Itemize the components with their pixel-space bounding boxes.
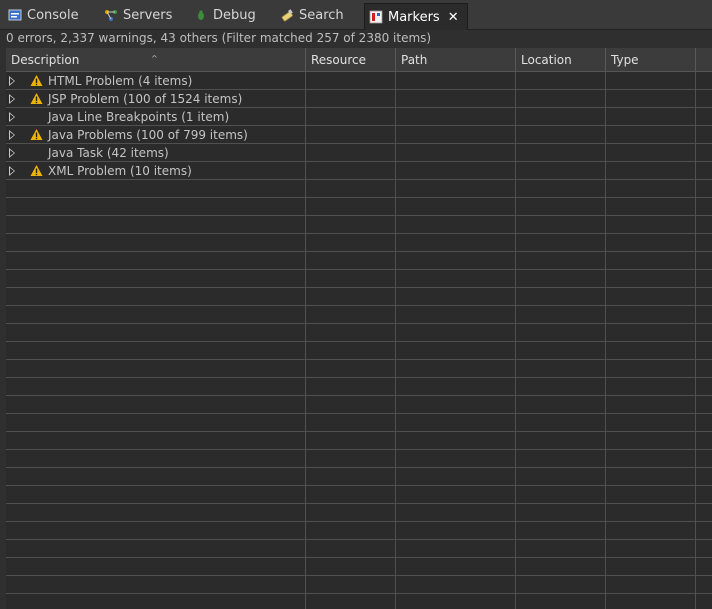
row-label: JSP Problem (100 of 1524 items) — [48, 92, 243, 106]
tab-debug[interactable]: Debug — [194, 3, 256, 27]
table-body: HTML Problem (4 items) JSP Problem (100 … — [6, 72, 712, 609]
tree-row-html[interactable]: HTML Problem (4 items) — [6, 72, 306, 90]
row-gridline — [6, 233, 712, 234]
row-label: Java Line Breakpoints (1 item) — [48, 110, 230, 124]
search-icon — [281, 9, 293, 22]
tree-row-java-task[interactable]: Java Task (42 items) — [6, 144, 306, 162]
row-label: Java Problems (100 of 799 items) — [48, 128, 248, 142]
expand-icon[interactable] — [9, 112, 15, 122]
row-gridline — [6, 377, 712, 378]
row-gridline — [6, 431, 712, 432]
tree-row-jsp[interactable]: JSP Problem (100 of 1524 items) — [6, 90, 306, 108]
expand-icon[interactable] — [9, 148, 15, 158]
row-gridline — [6, 215, 712, 216]
warning-icon — [30, 129, 43, 140]
expand-icon[interactable] — [9, 94, 15, 104]
row-gridline — [6, 323, 712, 324]
row-gridline — [6, 395, 712, 396]
status-summary: 0 errors, 2,337 warnings, 43 others (Fil… — [0, 30, 712, 47]
servers-icon — [105, 10, 117, 21]
column-description[interactable]: Description ^ — [6, 48, 306, 71]
row-label: Java Task (42 items) — [48, 146, 169, 160]
row-label: HTML Problem (4 items) — [48, 74, 193, 88]
tab-label: Servers — [123, 7, 173, 23]
row-gridline — [6, 287, 712, 288]
console-icon — [8, 9, 22, 21]
tab-label: Markers — [388, 9, 440, 25]
warning-icon — [30, 75, 43, 86]
tab-search[interactable]: Search — [280, 3, 344, 27]
row-gridline — [6, 359, 712, 360]
tree-row-xml[interactable]: XML Problem (10 items) — [6, 162, 306, 180]
column-location[interactable]: Location — [516, 48, 606, 71]
row-gridline — [6, 305, 712, 306]
row-gridline — [6, 539, 712, 540]
expand-icon[interactable] — [9, 166, 15, 176]
markers-icon — [369, 10, 383, 24]
expand-icon[interactable] — [9, 130, 15, 140]
tab-servers[interactable]: Servers — [104, 3, 172, 27]
row-gridline — [6, 341, 712, 342]
row-gridline — [6, 413, 712, 414]
column-divider — [605, 72, 606, 609]
column-divider — [395, 72, 396, 609]
tab-label: Debug — [213, 7, 256, 23]
column-path[interactable]: Path — [396, 48, 516, 71]
tree-row-breakpoints[interactable]: Java Line Breakpoints (1 item) — [6, 108, 306, 126]
row-gridline — [6, 449, 712, 450]
markers-view: Console Servers Debug Search Markers ✕ 0… — [0, 0, 712, 609]
row-gridline — [6, 269, 712, 270]
row-gridline — [6, 197, 712, 198]
table-header: Description ^ Resource Path Location Typ… — [6, 48, 712, 72]
row-gridline — [6, 557, 712, 558]
row-gridline — [6, 575, 712, 576]
expand-icon[interactable] — [9, 76, 15, 86]
tab-label: Search — [299, 7, 344, 23]
warning-icon — [30, 93, 43, 104]
row-gridline — [6, 485, 712, 486]
sort-ascending-icon: ^ — [151, 54, 158, 63]
markers-table: Description ^ Resource Path Location Typ… — [6, 48, 712, 609]
row-gridline — [6, 503, 712, 504]
warning-icon — [30, 165, 43, 176]
tab-console[interactable]: Console — [8, 3, 79, 27]
tab-label: Console — [27, 7, 79, 23]
row-gridline — [6, 593, 712, 594]
tree-row-java-problems[interactable]: Java Problems (100 of 799 items) — [6, 126, 306, 144]
tab-markers[interactable]: Markers ✕ — [364, 3, 468, 30]
row-gridline — [6, 521, 712, 522]
debug-icon — [198, 10, 204, 20]
row-gridline — [6, 251, 712, 252]
column-resource[interactable]: Resource — [306, 48, 396, 71]
tab-bar: Console Servers Debug Search Markers ✕ — [0, 0, 712, 30]
close-icon[interactable]: ✕ — [448, 10, 459, 25]
column-divider — [515, 72, 516, 609]
row-gridline — [6, 467, 712, 468]
column-divider — [695, 72, 696, 609]
column-type[interactable]: Type — [606, 48, 696, 71]
row-label: XML Problem (10 items) — [48, 164, 192, 178]
